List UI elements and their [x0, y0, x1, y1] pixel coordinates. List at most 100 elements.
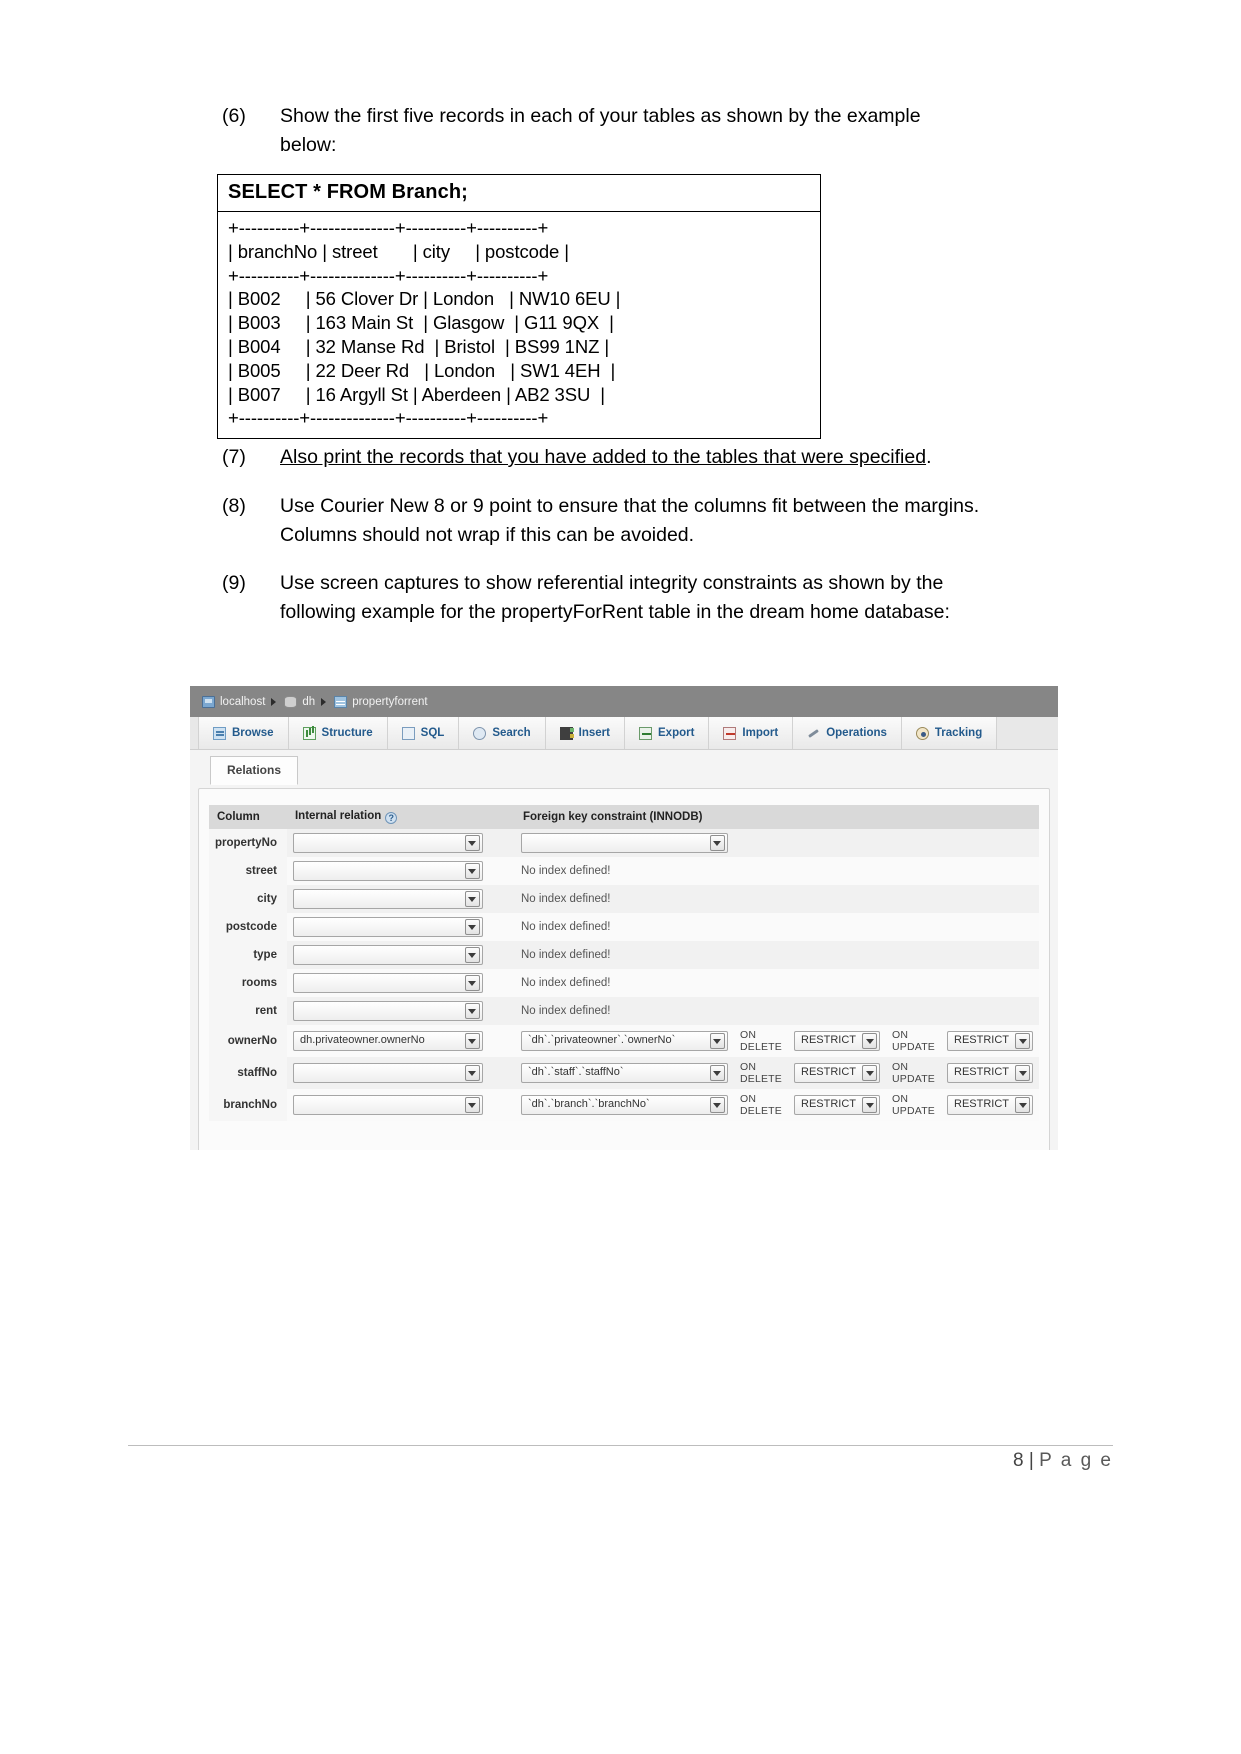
list-item-7: (7) Also print the records that you have… — [222, 443, 1012, 472]
on-update-value: RESTRICT — [954, 1034, 1009, 1046]
list-item-9-text: Use screen captures to show referential … — [280, 572, 950, 623]
row-internal-relation-cell — [286, 1089, 515, 1121]
sql-result-box: SELECT * FROM Branch; +----------+------… — [217, 174, 821, 440]
internal-relation-select[interactable] — [292, 973, 483, 993]
breadcrumb-arrow-icon — [271, 697, 277, 706]
internal-relation-select[interactable] — [292, 1095, 483, 1115]
table-row: postcode No index defined! — [209, 913, 1039, 941]
tab-sql[interactable]: SQL — [387, 717, 460, 749]
header-column: Column — [209, 805, 287, 829]
row-column-name: staffNo — [209, 1057, 287, 1089]
tab-export[interactable]: Export — [625, 717, 710, 749]
list-item-8-text: Use Courier New 8 or 9 point to ensure t… — [280, 495, 980, 546]
chevron-down-icon — [464, 947, 480, 963]
tab-search-label: Search — [492, 727, 531, 739]
internal-relation-select[interactable] — [292, 861, 483, 881]
chevron-down-icon — [464, 975, 480, 991]
page-footer: 8 | P a g e — [1013, 1450, 1113, 1472]
footer-separator: | — [1028, 1450, 1034, 1471]
on-delete-select[interactable]: RESTRICT — [794, 1063, 880, 1083]
tab-bar: Browse Structure SQL Search Insert Expor… — [190, 717, 1058, 750]
no-index-message: No index defined! — [514, 969, 1039, 997]
table-row: street No index defined! — [209, 857, 1039, 885]
chevron-down-icon — [709, 1033, 725, 1049]
on-update-value: RESTRICT — [954, 1066, 1009, 1078]
foreign-key-select[interactable]: `dh`.`branch`.`branchNo` — [520, 1095, 728, 1115]
search-icon — [473, 726, 487, 740]
list-item-9: (9) Use screen captures to show referent… — [222, 569, 1012, 627]
footer-page-number: 8 — [1013, 1450, 1024, 1471]
internal-relation-select[interactable] — [292, 1063, 483, 1083]
internal-relation-select[interactable] — [292, 889, 483, 909]
row-internal-relation-cell — [286, 913, 515, 941]
on-update-select[interactable]: RESTRICT — [947, 1095, 1033, 1115]
internal-relation-select[interactable] — [292, 917, 483, 937]
foreign-key-select[interactable] — [520, 833, 728, 853]
tab-tracking[interactable]: Tracking — [901, 717, 998, 749]
no-index-message: No index defined! — [514, 857, 1039, 885]
breadcrumb-table[interactable]: propertyforrent — [334, 695, 428, 708]
row-foreign-key-cell — [514, 829, 1039, 857]
footer-divider — [128, 1445, 1113, 1446]
chevron-down-icon — [464, 1003, 480, 1019]
on-delete-value: RESTRICT — [801, 1034, 856, 1046]
breadcrumb-database[interactable]: dh — [284, 695, 315, 708]
table-row: rooms No index defined! — [209, 969, 1039, 997]
list-item-9-number: (9) — [222, 572, 246, 594]
chevron-down-icon — [1015, 1097, 1030, 1113]
breadcrumb-arrow-icon-2 — [321, 697, 327, 706]
table-icon — [334, 695, 348, 708]
row-column-name: propertyNo — [209, 829, 287, 857]
list-item-8: (8) Use Courier New 8 or 9 point to ensu… — [222, 492, 1012, 550]
internal-relation-select[interactable]: dh.privateowner.ownerNo — [292, 1031, 483, 1051]
browse-icon — [213, 726, 226, 740]
tab-import[interactable]: Import — [709, 717, 794, 749]
tab-browse[interactable]: Browse — [198, 717, 289, 749]
chevron-down-icon — [1015, 1033, 1030, 1049]
table-row: rent No index defined! — [209, 997, 1039, 1025]
chevron-down-icon — [464, 835, 480, 851]
chevron-down-icon — [464, 1033, 480, 1049]
chevron-down-icon — [464, 891, 480, 907]
breadcrumb-server[interactable]: localhost — [202, 695, 265, 708]
chevron-down-icon — [709, 1097, 725, 1113]
export-icon — [639, 726, 652, 740]
internal-relation-select[interactable] — [292, 833, 483, 853]
document-page: (6) Show the first five records in each … — [0, 0, 1241, 1754]
on-update-select[interactable]: RESTRICT — [947, 1031, 1033, 1051]
foreign-key-value: `dh`.`privateowner`.`ownerNo` — [527, 1034, 676, 1046]
row-foreign-key-cell: `dh`.`privateowner`.`ownerNo` — [514, 1025, 734, 1057]
internal-relation-value: dh.privateowner.ownerNo — [299, 1034, 425, 1046]
tab-tracking-label: Tracking — [934, 727, 983, 739]
tab-search[interactable]: Search — [459, 717, 546, 749]
relations-table-container: Column Internal relation? Foreign key co… — [198, 788, 1050, 1150]
list-item-6: (6) Show the first five records in each … — [222, 102, 982, 160]
table-row: propertyNo — [209, 829, 1039, 857]
on-delete-select[interactable]: RESTRICT — [794, 1031, 880, 1051]
tab-operations-label: Operations — [826, 727, 887, 739]
chevron-down-icon — [464, 1097, 480, 1113]
tab-insert[interactable]: Insert — [545, 717, 625, 749]
tab-operations[interactable]: Operations — [793, 717, 902, 749]
tab-structure[interactable]: Structure — [288, 717, 388, 749]
on-delete-label: ON DELETE — [733, 1025, 788, 1057]
server-icon — [202, 695, 215, 708]
no-index-message: No index defined! — [514, 997, 1039, 1025]
on-delete-cell: RESTRICT — [788, 1089, 886, 1121]
help-icon[interactable]: ? — [385, 812, 398, 824]
internal-relation-select[interactable] — [292, 1001, 483, 1021]
foreign-key-select[interactable]: `dh`.`staff`.`staffNo` — [520, 1063, 728, 1083]
table-header-row: Column Internal relation? Foreign key co… — [209, 805, 1039, 829]
row-internal-relation-cell — [286, 857, 515, 885]
subtab-relations[interactable]: Relations — [210, 756, 299, 785]
on-delete-select[interactable]: RESTRICT — [794, 1095, 880, 1115]
no-index-message: No index defined! — [514, 941, 1039, 969]
internal-relation-select[interactable] — [292, 945, 483, 965]
chevron-down-icon — [464, 1065, 480, 1081]
on-update-select[interactable]: RESTRICT — [947, 1063, 1033, 1083]
on-delete-label: ON DELETE — [733, 1057, 788, 1089]
operations-icon — [807, 727, 820, 740]
table-row: branchNo `dh`.`branch`.`branchNo` ON DEL… — [209, 1089, 1039, 1121]
foreign-key-select[interactable]: `dh`.`privateowner`.`ownerNo` — [520, 1031, 728, 1051]
relations-panel: Relations Column Internal relation? Fore… — [190, 750, 1058, 1150]
